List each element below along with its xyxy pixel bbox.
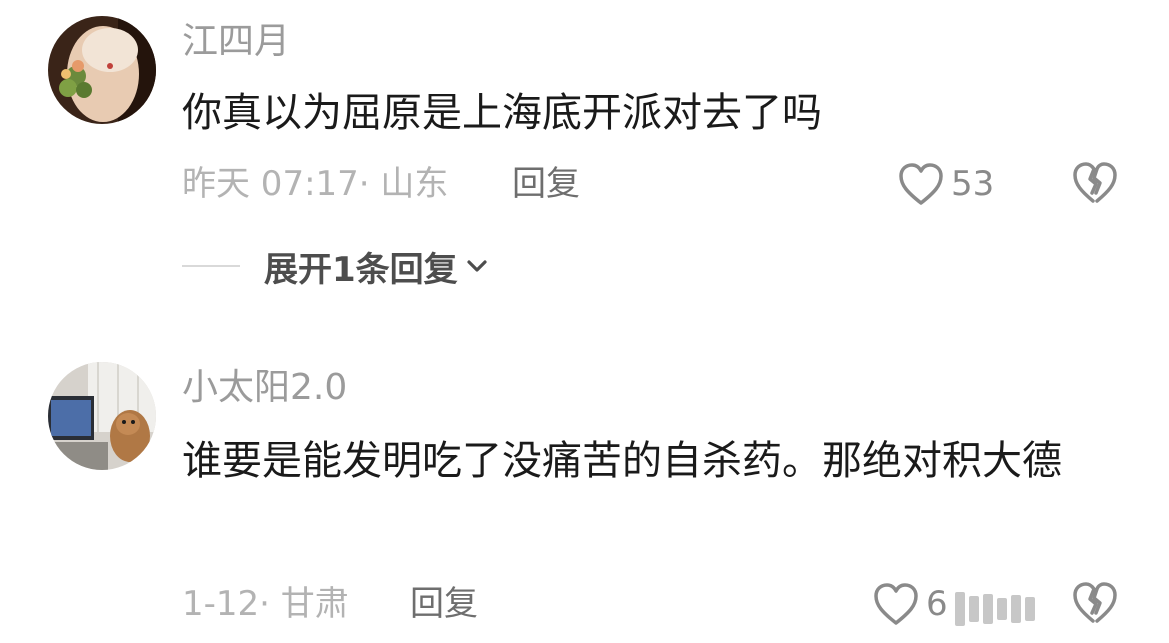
like-count: 6 [926, 584, 948, 624]
meta-separator: · [259, 584, 270, 624]
like-button[interactable]: 6 [872, 580, 948, 628]
avatar-photo-icon [48, 362, 156, 470]
comment-meta: 1-12· 甘肃 [182, 584, 349, 624]
timestamp: 1-12 [182, 584, 260, 624]
comment-text: 谁要是能发明吃了没痛苦的自杀药。那绝对积大德 [182, 438, 1062, 484]
username[interactable]: 小太阳2.0 [182, 367, 347, 409]
avatar[interactable] [48, 362, 156, 470]
watermark [955, 588, 1073, 630]
dislike-button[interactable] [1071, 580, 1119, 628]
reply-button[interactable]: 回复 [410, 584, 478, 624]
location: 甘肃 [280, 584, 349, 624]
comment-item: 小太阳2.0 谁要是能发明吃了没痛苦的自杀药。那绝对积大德 1-12· 甘肃 回… [0, 0, 1169, 643]
heart-outline-icon [874, 583, 918, 625]
broken-heart-icon [1073, 582, 1117, 623]
